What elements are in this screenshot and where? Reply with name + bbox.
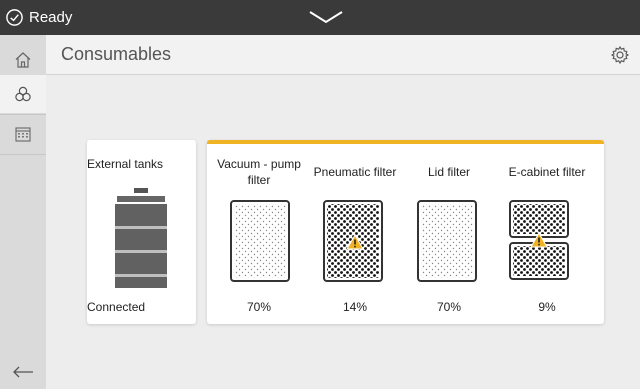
filter-value: 14% bbox=[342, 300, 368, 314]
arrow-left-icon bbox=[13, 366, 33, 378]
sidebar-item-consumables[interactable] bbox=[0, 75, 46, 113]
filter-lid[interactable]: Lid filter 70% bbox=[405, 144, 493, 324]
filter-value: 70% bbox=[246, 300, 272, 314]
sidebar-item-calendar[interactable] bbox=[0, 115, 46, 153]
sidebar bbox=[0, 35, 46, 389]
warning-icon bbox=[530, 232, 548, 248]
filter-value: 9% bbox=[538, 300, 556, 314]
inks-icon bbox=[15, 86, 31, 102]
filter-label: Lid filter bbox=[427, 165, 471, 179]
filter-label: E-cabinet filter bbox=[508, 165, 586, 179]
external-tanks-status: Connected bbox=[87, 300, 146, 314]
filter-icon bbox=[417, 200, 477, 282]
home-icon bbox=[15, 52, 31, 68]
external-tanks-card[interactable]: External tanks Connected bbox=[87, 140, 196, 324]
filters-card: Vacuum - pump filter 70% Pneumatic filte… bbox=[207, 140, 604, 324]
external-tanks-label: External tanks bbox=[87, 157, 164, 171]
check-circle-icon bbox=[6, 9, 23, 26]
filter-value: 70% bbox=[436, 300, 462, 314]
filter-label: Pneumatic filter bbox=[313, 165, 397, 179]
chevron-down-icon[interactable] bbox=[307, 9, 345, 25]
calendar-icon bbox=[15, 127, 31, 142]
filter-pneumatic[interactable]: Pneumatic filter 14% bbox=[309, 144, 401, 324]
back-button[interactable] bbox=[0, 353, 46, 389]
filter-icon bbox=[230, 200, 290, 282]
status-text: Ready bbox=[29, 9, 73, 26]
gear-icon[interactable] bbox=[610, 45, 630, 65]
tank-icon bbox=[115, 188, 167, 288]
warning-icon bbox=[346, 234, 364, 250]
filter-vacuum-pump[interactable]: Vacuum - pump filter 70% bbox=[215, 144, 303, 324]
sidebar-divider bbox=[0, 154, 46, 155]
sidebar-item-home[interactable] bbox=[0, 41, 46, 79]
filter-e-cabinet[interactable]: E-cabinet filter 9% bbox=[497, 144, 597, 324]
filter-label: Vacuum - pump filter bbox=[217, 157, 301, 187]
page-header: Consumables bbox=[46, 35, 640, 75]
page-title: Consumables bbox=[61, 44, 172, 64]
status-bar: Ready bbox=[0, 0, 640, 35]
